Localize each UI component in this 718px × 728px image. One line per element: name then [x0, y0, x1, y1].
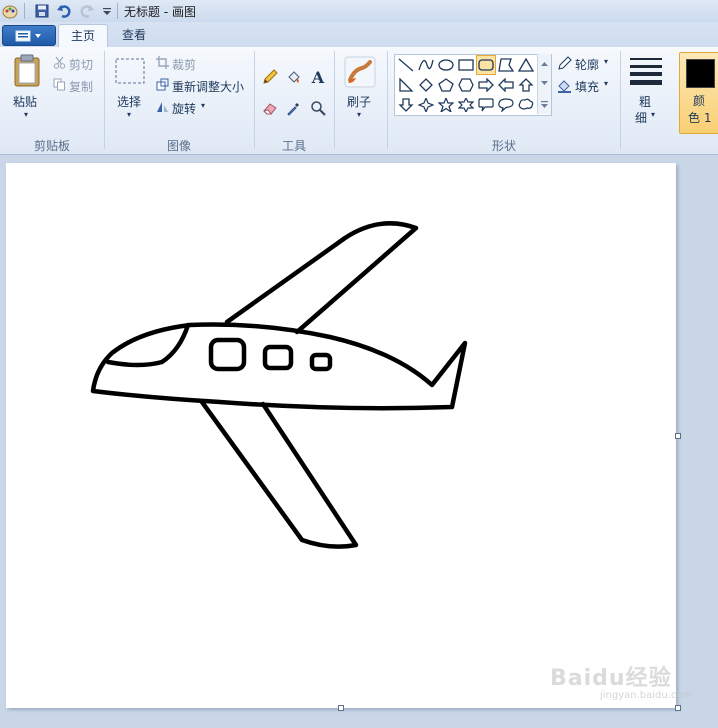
select-button-label[interactable]: 选择: [117, 93, 141, 110]
lower-wing: [199, 399, 359, 549]
rounded-callout-shape-icon[interactable]: [476, 95, 496, 115]
cut-button[interactable]: 剪切: [69, 56, 93, 73]
curve-shape-icon[interactable]: [416, 55, 436, 75]
baidu-watermark: Baidu经验: [550, 666, 672, 691]
hexagon-shape-icon[interactable]: [456, 75, 476, 95]
window-small: [309, 352, 333, 372]
up-arrow-shape-icon[interactable]: [516, 75, 536, 95]
crop-icon[interactable]: [155, 55, 169, 69]
group-separator: [254, 51, 255, 149]
four-point-star-shape-icon[interactable]: [416, 95, 436, 115]
group-separator: [104, 51, 105, 149]
group-separator: [620, 51, 621, 149]
outline-button[interactable]: 轮廓: [575, 56, 599, 73]
resize-icon[interactable]: [155, 77, 169, 91]
shapes-gallery: [394, 54, 552, 116]
window-large: [208, 337, 247, 372]
pencil-icon[interactable]: [260, 67, 280, 87]
brush-icon[interactable]: [343, 55, 377, 89]
outline-icon[interactable]: [556, 55, 572, 71]
drawing-canvas[interactable]: [6, 163, 676, 708]
rotate-dropdown-arrow[interactable]: ▾: [201, 101, 205, 110]
tab-home[interactable]: 主页: [58, 24, 109, 48]
paint-menu-button[interactable]: [2, 25, 56, 46]
color1-label-line2: 色 1: [688, 111, 712, 125]
customize-qat-icon[interactable]: [98, 2, 116, 20]
pentagon-shape-icon[interactable]: [436, 75, 456, 95]
brushes-button-label[interactable]: 刷子: [347, 93, 371, 110]
shapes-gallery-scrollbar[interactable]: [537, 54, 551, 114]
right-triangle-shape-icon[interactable]: [396, 75, 416, 95]
six-point-star-shape-icon[interactable]: [456, 95, 476, 115]
triangle-shape-icon[interactable]: [516, 55, 536, 75]
brushes-dropdown-arrow[interactable]: ▾: [357, 110, 361, 119]
qat-separator: [24, 3, 25, 19]
group-separator: [387, 51, 388, 149]
ribbon-tab-row: 主页 查看: [0, 22, 718, 48]
paste-dropdown-arrow[interactable]: ▾: [24, 110, 28, 119]
text-tool-icon[interactable]: A: [308, 67, 328, 87]
color1-swatch: [686, 59, 715, 88]
group-separator: [334, 51, 335, 149]
canvas-resize-handle-corner[interactable]: [675, 705, 681, 711]
color-picker-icon[interactable]: [284, 98, 304, 118]
polygon-shape-icon[interactable]: [496, 55, 516, 75]
oval-callout-shape-icon[interactable]: [496, 95, 516, 115]
title-separator: [117, 3, 118, 19]
ribbon: 粘贴 ▾ 剪切 复制 剪贴板 选择 ▾ 裁剪 重新调整大小 旋转 ▾ 图像 A: [0, 47, 718, 155]
crop-button[interactable]: 裁剪: [172, 56, 196, 73]
resize-button[interactable]: 重新调整大小: [172, 78, 244, 95]
size-label-line1[interactable]: 粗: [639, 93, 651, 110]
canvas-resize-handle-right[interactable]: [675, 433, 681, 439]
clipboard-group-label: 剪贴板: [33, 139, 70, 153]
fill-icon[interactable]: [556, 77, 572, 93]
window-title: 无标题 - 画图: [124, 5, 196, 19]
fill-dropdown-arrow[interactable]: ▾: [604, 79, 608, 88]
save-icon[interactable]: [33, 2, 51, 20]
five-point-star-shape-icon[interactable]: [436, 95, 456, 115]
copy-button[interactable]: 复制: [69, 78, 93, 95]
airplane-drawing: [90, 221, 468, 549]
color1-button[interactable]: 颜 色 1: [679, 52, 718, 134]
size-label-line2[interactable]: 细: [635, 109, 647, 126]
select-dropdown-arrow[interactable]: ▾: [127, 110, 131, 119]
outline-dropdown-arrow[interactable]: ▾: [604, 57, 608, 66]
paint-app-icon[interactable]: [1, 2, 19, 20]
title-bar: 无标题 - 画图: [0, 0, 718, 23]
paste-icon[interactable]: [12, 53, 42, 89]
diamond-shape-icon[interactable]: [416, 75, 436, 95]
tab-view[interactable]: 查看: [110, 24, 158, 47]
redo-icon[interactable]: [78, 2, 96, 20]
oval-shape-icon[interactable]: [436, 55, 456, 75]
line-shape-icon[interactable]: [396, 55, 416, 75]
window-medium: [262, 344, 294, 371]
canvas-resize-handle-bottom[interactable]: [338, 705, 344, 711]
copy-icon[interactable]: [52, 77, 66, 91]
down-arrow-shape-icon[interactable]: [396, 95, 416, 115]
rotate-icon[interactable]: [155, 99, 169, 113]
color1-label-line1: 颜: [693, 94, 706, 108]
fill-button[interactable]: 填充: [575, 78, 599, 95]
left-arrow-shape-icon[interactable]: [496, 75, 516, 95]
rotate-button[interactable]: 旋转: [172, 100, 196, 117]
size-dropdown-arrow[interactable]: ▾: [651, 110, 655, 119]
magnifier-icon[interactable]: [308, 98, 328, 118]
size-icon[interactable]: [628, 55, 664, 87]
baidu-watermark-url: jingyan.baidu.com: [600, 690, 693, 701]
cut-icon[interactable]: [52, 55, 66, 69]
rectangle-shape-icon[interactable]: [456, 55, 476, 75]
undo-icon[interactable]: [55, 2, 73, 20]
fill-bucket-icon[interactable]: [284, 67, 304, 87]
select-icon[interactable]: [114, 57, 146, 85]
tools-group-label: 工具: [281, 139, 306, 153]
rounded-rectangle-shape-icon[interactable]: [476, 55, 496, 75]
cloud-callout-shape-icon[interactable]: [516, 95, 536, 115]
paste-button-label[interactable]: 粘贴: [13, 93, 37, 110]
eraser-icon[interactable]: [260, 98, 280, 118]
image-group-label: 图像: [166, 139, 191, 153]
shapes-group-label: 形状: [491, 139, 516, 153]
upper-wing: [224, 221, 419, 335]
right-arrow-shape-icon[interactable]: [476, 75, 496, 95]
